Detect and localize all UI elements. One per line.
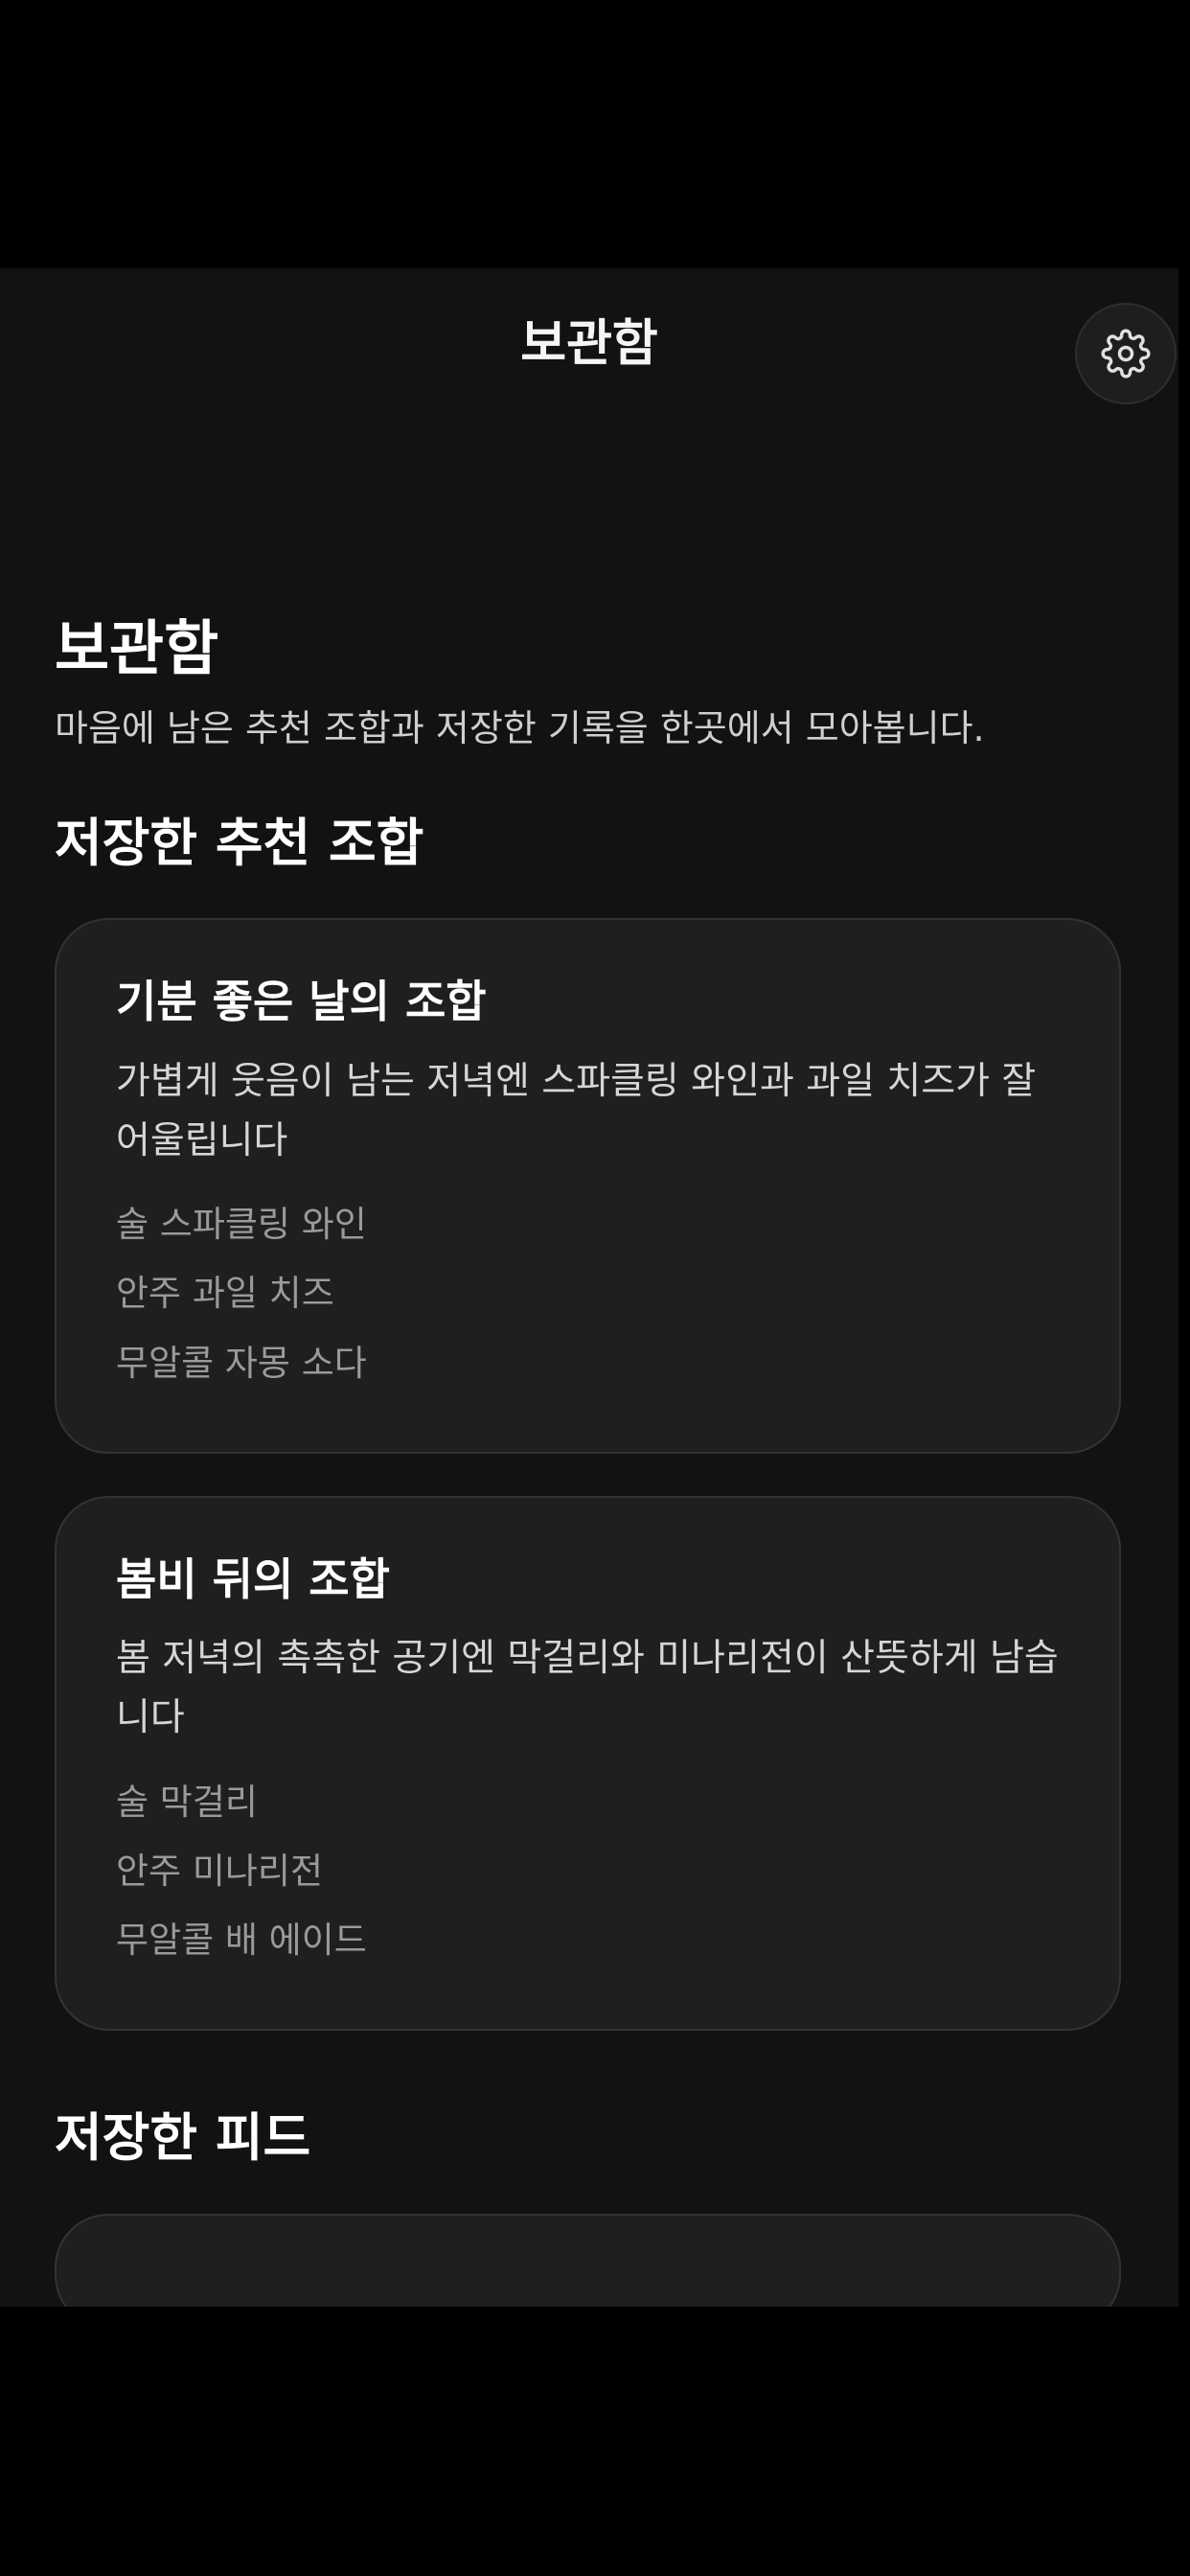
recipe-card[interactable]: 봄비 뒤의 조합 봄 저녁의 촉촉한 공기엔 막걸리와 미나리전이 산뜻하게 남… [55,1495,1121,2032]
recipe-card-items: 술 스파클링 와인 안주 과일 치즈 무알콜 자몽 소다 [116,1190,1060,1397]
recipe-card-description: 가볍게 웃음이 남는 저녁엔 스파클링 와인과 과일 치즈가 잘 어울립니다 [116,1059,1037,1162]
gear-icon [1101,329,1151,379]
recipe-card[interactable]: 기분 좋은 날의 조합 가볍게 웃음이 남는 저녁엔 스파클링 와인과 과일 치… [55,918,1121,1454]
scrollbar[interactable] [1179,268,1190,2307]
page-description: 마음에 남은 추천 조합과 저장한 기록을 한곳에서 모아봅니다. [55,707,985,750]
recipe-item-drink: 술 스파클링 와인 [116,1204,367,1246]
feed-card[interactable] [55,2213,1121,2307]
recipe-card-title: 기분 좋은 날의 조합 [116,976,487,1028]
recipe-card-items: 술 막걸리 안주 미나리전 무알콜 배 에이드 [116,1768,1060,1975]
recipe-item-nonalcoholic: 무알콜 자몽 소다 [116,1342,367,1384]
recipe-item-drink: 술 막걸리 [116,1781,258,1823]
saved-recipes-title: 저장한 추천 조합 [55,812,424,873]
app-screen: 보관함 보관함 마음에 남은 추천 조합과 저장한 기록을 한곳에서 모아봅니다… [0,268,1179,2307]
recipe-card-description: 봄 저녁의 촉촉한 공기엔 막걸리와 미나리전이 산뜻하게 남습니다 [116,1636,1059,1740]
saved-feed-section: 저장한 피드 [55,2107,1121,2307]
header-title: 보관함 [520,315,658,373]
recipe-card-title: 봄비 뒤의 조합 [116,1552,390,1605]
saved-recipes-section: 저장한 추천 조합 기분 좋은 날의 조합 가볍게 웃음이 남는 저녁엔 스파클… [55,813,1121,2032]
recipe-item-food: 안주 미나리전 [116,1850,324,1892]
recipe-item-nonalcoholic: 무알콜 배 에이드 [116,1920,367,1962]
top-bar: 보관함 [0,268,1179,431]
settings-button[interactable] [1075,303,1177,404]
recipe-item-food: 안주 과일 치즈 [116,1273,334,1315]
recipe-card-list: 기분 좋은 날의 조합 가볍게 웃음이 남는 저녁엔 스파클링 와인과 과일 치… [55,918,1121,2032]
page-title: 보관함 [55,613,219,683]
saved-feed-title: 저장한 피드 [55,2107,311,2169]
page-content: 보관함 마음에 남은 추천 조합과 저장한 기록을 한곳에서 모아봅니다. 저장… [55,613,1121,2307]
